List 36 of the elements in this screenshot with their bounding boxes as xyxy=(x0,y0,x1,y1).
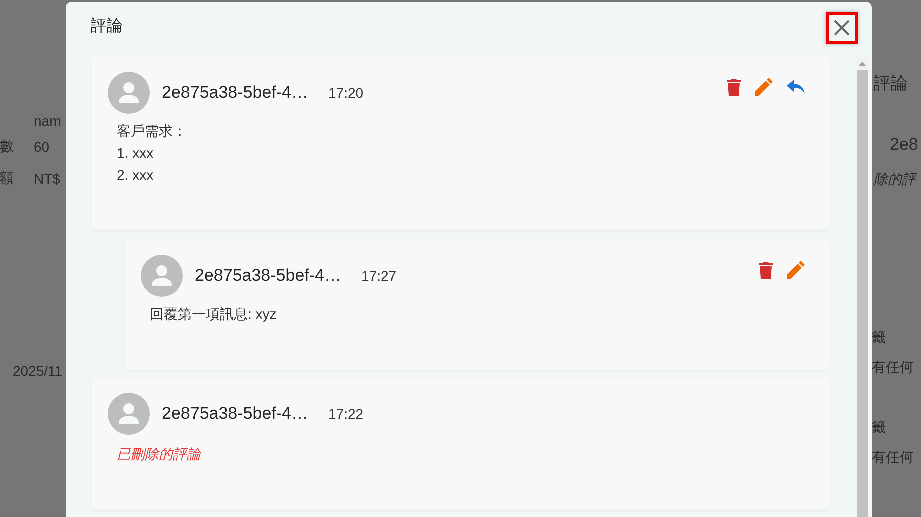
trash-icon[interactable] xyxy=(727,78,741,96)
field-value: 2025/11 xyxy=(13,363,63,379)
field-value: 60 xyxy=(34,139,50,155)
deleted-notice: 已刪除的評論 xyxy=(117,445,203,464)
comment-time: 17:27 xyxy=(362,268,397,284)
field-label: 有任何 xyxy=(872,449,914,465)
field-label: 有任何 xyxy=(872,359,914,375)
field-value: NT$ xyxy=(34,171,60,187)
field-value: nam xyxy=(34,113,62,129)
comment-line: 2. xxx xyxy=(117,166,155,185)
comment-time: 17:20 xyxy=(328,85,364,101)
author-name: 2e875a38-5bef-4… xyxy=(162,404,309,424)
comment-line: 回覆第一項訊息: xyz xyxy=(150,305,278,324)
comment-time: 17:22 xyxy=(328,406,364,422)
field-label: 數 xyxy=(0,138,15,156)
close-icon xyxy=(833,18,851,36)
field-label: 籤 xyxy=(872,419,886,435)
author-name: 2e875a38-5bef-4… xyxy=(162,83,309,103)
field-label: 籤 xyxy=(872,329,886,345)
section-heading: 評論 xyxy=(874,74,908,93)
reply-icon[interactable] xyxy=(787,80,805,94)
pencil-icon[interactable] xyxy=(755,78,773,96)
comment-line: 1. xxx xyxy=(117,144,155,163)
avatar-icon xyxy=(108,72,150,114)
comment-line: 客戶需求： xyxy=(117,122,188,141)
avatar-icon xyxy=(108,393,150,435)
close-button[interactable] xyxy=(826,12,858,44)
deleted-notice: 除的評 xyxy=(874,171,916,187)
dialog-title: 評論 xyxy=(91,16,123,37)
author-name: 2e875a38-5bef-4… xyxy=(195,266,342,286)
author-name: 2e8 xyxy=(890,135,918,154)
trash-icon[interactable] xyxy=(759,261,773,279)
pencil-icon[interactable] xyxy=(787,261,805,279)
scroll-up-icon[interactable] xyxy=(859,62,866,66)
field-label: 額 xyxy=(0,170,15,188)
avatar-icon xyxy=(141,255,183,297)
